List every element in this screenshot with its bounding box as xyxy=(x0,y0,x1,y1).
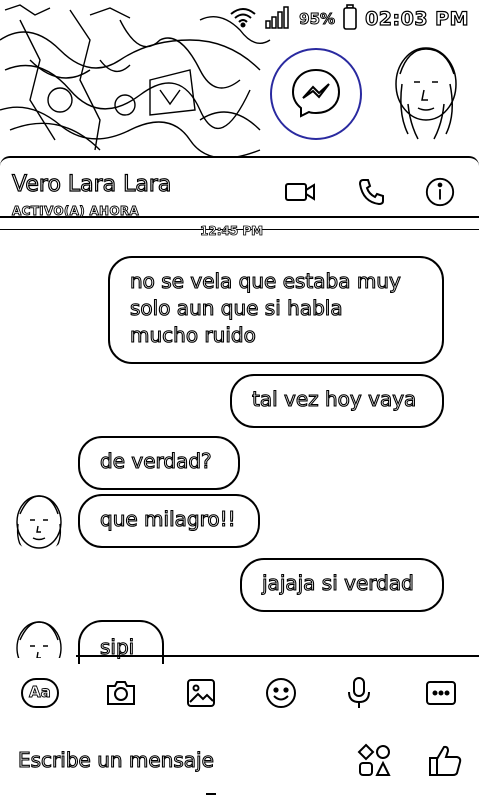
signal-icon xyxy=(265,5,291,33)
text-format-button[interactable]: Aa xyxy=(20,674,60,712)
message-text: de verdad? xyxy=(99,448,212,473)
camera-icon[interactable] xyxy=(102,674,140,712)
microphone-icon[interactable] xyxy=(340,674,378,712)
message-input[interactable]: Escribe un mensaje xyxy=(17,747,214,772)
contact-avatar[interactable] xyxy=(10,620,68,658)
contact-avatar[interactable] xyxy=(10,494,68,552)
thumbs-up-icon[interactable] xyxy=(426,742,464,780)
contact-name[interactable]: Vero Lara Lara xyxy=(11,171,172,197)
video-call-icon[interactable] xyxy=(284,176,316,208)
message-sent[interactable]: jajaja si verdad xyxy=(240,558,444,612)
message-text: jajaja si verdad xyxy=(261,570,414,595)
contact-status: ACTIVO(A) AHORA xyxy=(12,204,140,219)
more-icon[interactable] xyxy=(422,674,460,712)
message-received[interactable]: sipi xyxy=(78,620,164,664)
composer-divider xyxy=(76,655,479,657)
wifi-icon xyxy=(229,6,257,32)
message-sent[interactable]: no se vela que estaba muy solo aun que s… xyxy=(108,256,444,364)
battery-percent: 95% xyxy=(299,10,336,29)
message-text: que milagro!! xyxy=(99,506,236,531)
wallpaper-area: 95% 02:03 PM xyxy=(0,0,479,158)
gallery-icon[interactable] xyxy=(182,674,220,712)
home-indicator xyxy=(206,793,216,799)
aa-label: Aa xyxy=(29,683,52,702)
message-line: solo aun que si habla xyxy=(129,295,343,320)
message-received[interactable]: que milagro!! xyxy=(78,494,260,548)
messenger-chathead-button[interactable] xyxy=(270,48,362,140)
message-received[interactable]: de verdad? xyxy=(78,436,240,490)
composer-toolbar: Aa xyxy=(0,664,479,720)
message-line: mucho ruido xyxy=(129,322,256,347)
emoji-icon[interactable] xyxy=(262,674,300,712)
message-sent[interactable]: tal vez hoy vaya xyxy=(230,374,444,428)
time-divider: 12:45 PM xyxy=(200,224,264,239)
phone-icon[interactable] xyxy=(356,176,388,208)
battery-icon xyxy=(343,4,357,34)
chat-header: Vero Lara Lara ACTIVO(A) AHORA xyxy=(0,156,479,218)
contact-chathead[interactable] xyxy=(388,44,464,144)
apps-icon[interactable] xyxy=(356,742,394,780)
status-bar: 95% 02:03 PM xyxy=(229,4,469,34)
info-icon[interactable] xyxy=(424,176,456,208)
message-text: tal vez hoy vaya xyxy=(251,386,417,411)
message-line: no se vela que estaba muy xyxy=(129,268,401,293)
messenger-icon xyxy=(286,62,346,126)
clock: 02:03 PM xyxy=(364,7,469,30)
